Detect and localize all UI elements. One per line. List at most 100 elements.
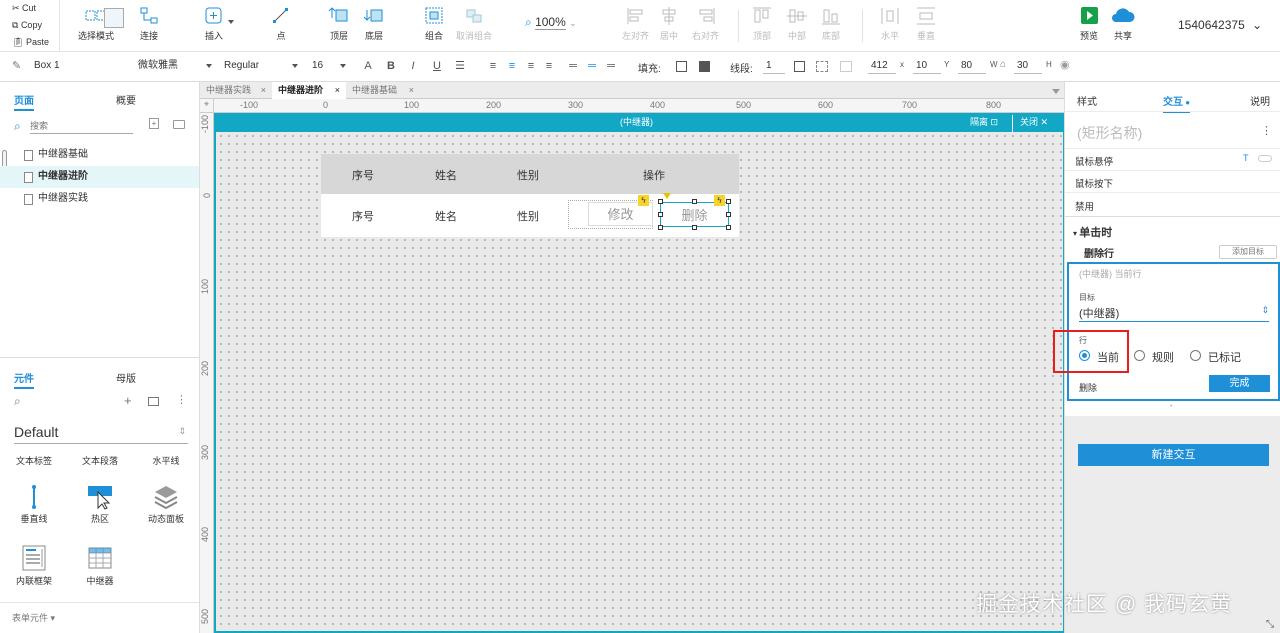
page-item[interactable]: 中继器基础 (0, 144, 199, 166)
widget-hotspot[interactable]: 热区 (70, 484, 130, 525)
cell-name[interactable]: 姓名 (416, 208, 476, 224)
fill-style-swatch[interactable] (699, 61, 710, 72)
insert-dropdown-icon[interactable] (228, 20, 234, 24)
resize-handle[interactable] (726, 212, 731, 217)
radio-marked[interactable] (1190, 350, 1201, 361)
more-options-icon[interactable]: ⋮ (1261, 124, 1272, 137)
tab-masters[interactable]: 母版 (116, 370, 136, 385)
tab-pages[interactable]: 页面 (14, 92, 34, 111)
border-color-swatch[interactable] (794, 61, 805, 72)
border-visibility-icon[interactable] (840, 61, 852, 72)
resize-handle[interactable] (658, 199, 663, 204)
paste-button[interactable]: 📋︎ Paste (0, 34, 59, 51)
close-icon[interactable]: × (409, 82, 414, 99)
align-top-button[interactable]: 顶部 (751, 6, 773, 42)
align-right-button[interactable]: 右对齐 (692, 6, 719, 42)
add-library-icon[interactable]: + (124, 393, 132, 408)
doc-tab[interactable]: 中继器基础 × (346, 82, 420, 99)
height-input[interactable]: 30 (1014, 58, 1042, 74)
library-select[interactable]: Default ⇕ (14, 424, 188, 444)
rotate-handle-icon[interactable] (663, 193, 671, 199)
form-widgets-section[interactable]: 表单元件 ▾ (12, 611, 55, 624)
resize-handle[interactable] (658, 225, 663, 230)
border-style-icon[interactable] (816, 61, 828, 72)
page-item-selected[interactable]: 中继器进阶 (0, 166, 199, 188)
ungroup-button[interactable]: 取消组合 (456, 6, 492, 42)
resize-handle[interactable] (692, 225, 697, 230)
align-middle-button[interactable]: 中部 (786, 6, 808, 42)
event-mouse-hover[interactable]: 鼠标悬停 (1075, 154, 1113, 168)
zoom-control[interactable]: ⌕ 100% ⌄ (525, 15, 577, 30)
align-bottom-button[interactable]: 底部 (820, 6, 842, 42)
select-contained-button[interactable] (104, 8, 124, 28)
shape-name-input[interactable]: (矩形名称) (1077, 123, 1142, 143)
widget-horizontal-line[interactable]: 水平线 (136, 454, 196, 467)
valign-bottom-icon[interactable]: ═ (604, 59, 618, 73)
cell-index[interactable]: 序号 (333, 208, 393, 224)
widget-search-icon[interactable]: ⌕ (14, 394, 21, 409)
visibility-eye-icon[interactable]: ◉ (1060, 58, 1070, 71)
tab-style[interactable]: 样式 (1077, 93, 1097, 108)
done-button[interactable]: 完成 (1209, 375, 1270, 392)
font-family-dropdown[interactable]: 微软雅黑 (138, 57, 212, 75)
delete-action-link[interactable]: 删除 (1079, 381, 1097, 394)
tab-outline[interactable]: 概要 (116, 92, 136, 107)
widget-name-dropdown[interactable]: Box 1 (34, 57, 124, 75)
bring-to-front-button[interactable]: 顶层 (328, 6, 350, 42)
more-options-icon[interactable]: ⋮ (176, 393, 187, 406)
align-left-button[interactable]: 左对齐 (622, 6, 649, 42)
add-target-button[interactable]: 添加目标 (1219, 245, 1277, 259)
cell-gender[interactable]: 性别 (498, 208, 558, 224)
distribute-vertical-button[interactable]: 垂直 (915, 6, 937, 42)
send-to-back-button[interactable]: 底层 (363, 6, 385, 42)
tab-interaction[interactable]: 交互 ● (1163, 93, 1191, 113)
doc-tab-active[interactable]: 中继器进阶 × (272, 82, 346, 99)
user-account-menu[interactable]: 1540642375 ⌄ (1178, 18, 1262, 32)
doc-tab[interactable]: 中继器实践 × (200, 82, 272, 99)
resize-handle[interactable] (658, 212, 663, 217)
text-justify-icon[interactable]: ≡ (542, 59, 556, 73)
font-size-dropdown[interactable]: 16 (312, 57, 346, 75)
insert-button[interactable]: 插入 (203, 6, 225, 42)
bullet-list-icon[interactable]: ☰ (453, 59, 467, 73)
copy-button[interactable]: ⧉ Copy (0, 17, 59, 34)
align-center-button[interactable]: 居中 (658, 6, 680, 42)
tabs-overflow-icon[interactable] (1052, 89, 1060, 94)
connect-button[interactable]: 连接 (138, 6, 160, 42)
x-input[interactable]: 412 (868, 58, 896, 74)
page-item[interactable]: 中继器实践 (0, 188, 199, 210)
widget-inline-frame[interactable]: 内联框架 (4, 544, 64, 587)
widget-dynamic-panel[interactable]: 动态面板 (136, 484, 196, 525)
event-disabled[interactable]: 禁用 (1075, 199, 1094, 213)
text-align-center-icon[interactable]: ≡ (505, 59, 519, 73)
close-repeater-button[interactable]: 关闭 ✕ (1020, 113, 1048, 132)
widget-repeater[interactable]: 中继器 (70, 544, 130, 587)
widget-text-paragraph[interactable]: 文本段落 (70, 454, 130, 467)
text-align-left-icon[interactable]: ≡ (486, 59, 500, 73)
share-button[interactable]: 共享 (1110, 6, 1136, 42)
resize-handle[interactable] (726, 199, 731, 204)
fill-color-swatch[interactable] (676, 61, 687, 72)
font-style-dropdown[interactable]: Regular (224, 57, 298, 75)
target-select[interactable]: (中继器) ⇕ (1079, 305, 1269, 322)
isolate-button[interactable]: 隔离 ⊡ (970, 113, 998, 132)
tab-notes[interactable]: 说明 (1250, 93, 1270, 108)
radio-rule[interactable] (1134, 350, 1145, 361)
valign-middle-icon[interactable]: ═ (585, 59, 599, 73)
widget-vertical-line[interactable]: 垂直线 (4, 484, 64, 525)
new-interaction-button[interactable]: 新建交互 (1078, 444, 1269, 466)
underline-icon[interactable]: U (430, 59, 444, 73)
italic-icon[interactable]: I (406, 59, 420, 73)
distribute-horizontal-button[interactable]: 水平 (879, 6, 901, 42)
on-click-section[interactable]: ▾ 单击时 (1073, 224, 1112, 240)
y-input[interactable]: 10 (913, 58, 941, 74)
valign-top-icon[interactable]: ═ (566, 59, 580, 73)
add-page-icon[interactable]: + (149, 118, 159, 129)
width-input[interactable]: 80 (958, 58, 986, 74)
resize-handle[interactable] (726, 225, 731, 230)
widget-text-label[interactable]: 文本标签 (4, 454, 64, 467)
cut-button[interactable]: ✂ Cut (0, 0, 59, 17)
tab-widgets[interactable]: 元件 (14, 370, 34, 389)
library-icon[interactable] (148, 397, 159, 406)
ruler-corner-icon[interactable]: ⌖ (200, 99, 214, 113)
